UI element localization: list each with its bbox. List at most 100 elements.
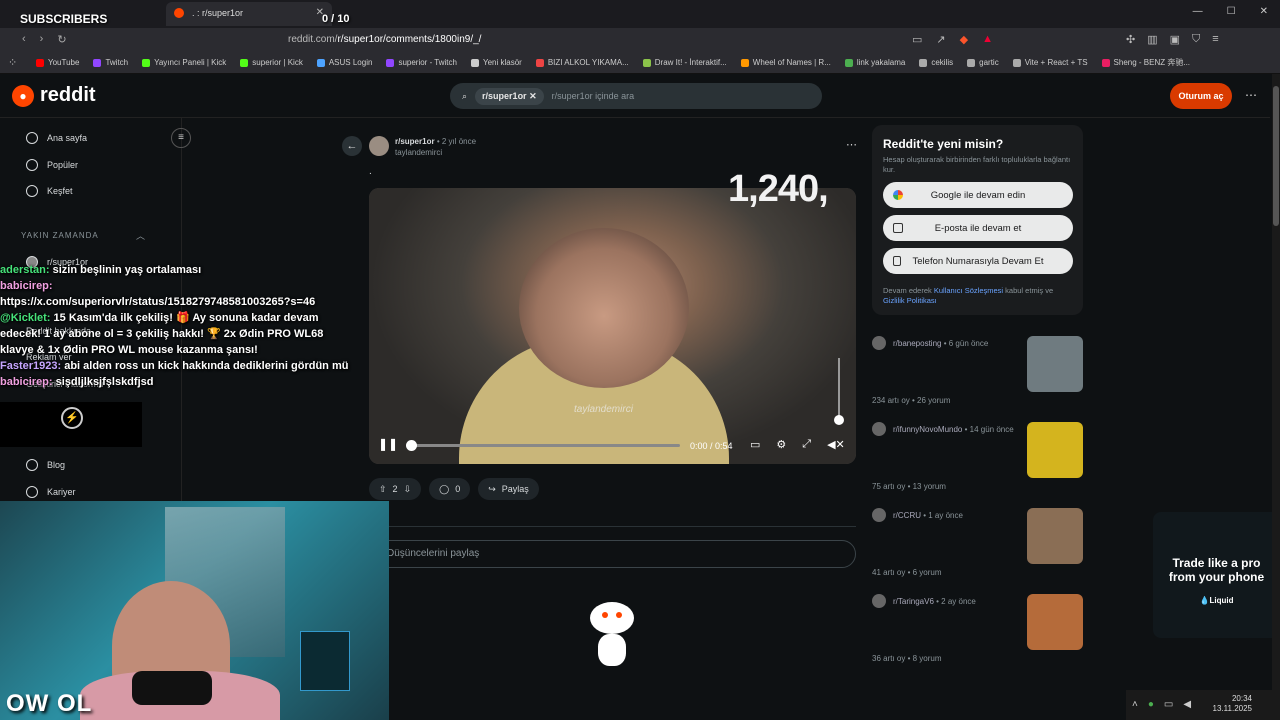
bookmark-item[interactable]: Twitch [93,58,128,67]
sidebar-item-blog[interactable]: Blog [26,459,65,471]
extensions-icon[interactable]: ✣ [1126,33,1135,46]
maximize-icon[interactable]: ☐ [1227,6,1236,17]
post-author[interactable]: taylandemirci [395,148,442,157]
feed-subreddit[interactable]: r/TaringaV6 [893,597,934,606]
volume-handle[interactable] [834,415,844,425]
page-scrollbar[interactable] [1272,74,1280,690]
bookmark-item[interactable]: gartic [967,58,999,67]
bookmark-item[interactable]: Vite + React + TS [1012,58,1088,67]
bookmark-item[interactable]: BIZI ALKOL YIKAMA... [535,58,629,67]
bookmark-item[interactable]: Yeni klasör [470,58,522,67]
bookmark-item[interactable]: Draw It! - İnteraktif... [642,58,727,67]
comment-input[interactable]: Düşüncelerini paylaş [372,540,856,568]
sidebar-item-careers[interactable]: Kariyer [26,486,76,498]
comments-button[interactable]: ◯ 0 [429,478,471,500]
fullscreen-icon[interactable]: ⤢ [802,438,811,451]
captions-icon[interactable]: ▭ [750,438,760,451]
google-signin-button[interactable]: Google ile devam edin [883,182,1073,208]
search-icon: ⌕ [462,90,468,101]
share-button[interactable]: ↪ Paylaş [478,478,539,500]
clock[interactable]: 20:34 13.11.2025 [1210,694,1252,714]
bookmark-item[interactable]: Wheel of Names | R... [740,58,831,67]
progress-handle[interactable] [406,440,417,451]
volume-icon[interactable]: ◀ [1183,699,1191,710]
menu-icon[interactable]: ≡ [1212,33,1218,46]
search-scope-chip[interactable]: r/super1or ✕ [475,87,544,105]
bookmark-item[interactable]: cekilis [919,58,953,67]
button-label: Telefon Numarasıyla Devam Et [912,255,1044,267]
sidebar-item-popular[interactable]: Popüler [26,159,78,171]
feed-item[interactable]: r/ifunnyNovoMundo • 14 gün önce 75 artı o… [872,422,1084,508]
apps-grid-icon[interactable]: ⁘ [8,56,17,69]
chevron-up-tray-icon[interactable]: ˄ [1132,699,1138,710]
bookmark-label: link yakalama [856,58,906,67]
chevron-up-icon[interactable]: ︿ [136,229,145,242]
downvote-icon[interactable]: ⇩ [404,484,412,495]
mute-icon[interactable]: ◀✕ [827,438,845,451]
feed-subreddit[interactable]: r/CCRU [893,511,921,520]
feed-thumbnail[interactable] [1027,336,1083,392]
settings-icon[interactable]: ⚙ [776,438,786,451]
vpn-icon[interactable]: ⛉ [1192,33,1200,46]
mail-icon [893,223,903,233]
volume-slider[interactable] [838,358,840,420]
reload-icon[interactable]: ↻ [57,33,66,46]
post-options-icon[interactable]: ⋯ [846,138,857,151]
rewards-icon[interactable]: ▲ [982,33,993,46]
sidebar-item-home[interactable]: Ana sayfa [26,132,87,144]
bookmark-item[interactable]: YouTube [36,58,79,67]
feed-thumbnail[interactable] [1027,422,1083,478]
brave-shield-icon[interactable]: ◆ [960,33,968,46]
forward-icon[interactable]: › [40,33,44,46]
scrollbar-thumb[interactable] [1273,86,1279,226]
ad-brand: Liquid [1209,596,1234,605]
minimize-icon[interactable]: — [1193,6,1203,17]
video-progress-bar[interactable] [410,444,680,447]
feed-item[interactable]: r/TaringaV6 • 2 ay önce 36 artı oy • 8 yo… [872,594,1084,680]
share-label: Paylaş [501,484,529,494]
reddit-logo[interactable]: ● reddit [12,84,96,107]
upvote-icon[interactable]: ⇧ [379,484,387,495]
close-window-icon[interactable]: ✕ [1260,6,1268,17]
login-button[interactable]: Oturum aç [1170,83,1232,109]
search-input[interactable]: ⌕ r/super1or ✕ r/super1or içinde ara [450,83,822,109]
bookmark-item[interactable]: superior - Twitch [386,58,457,67]
privacy-policy-link[interactable]: Gizlilik Politikası [883,296,937,305]
video-overlay-number: 1,240, [728,168,829,210]
more-options-icon[interactable]: ⋯ [1245,88,1257,102]
collapse-sidebar-button[interactable]: ≡ [171,128,191,148]
url-field[interactable]: reddit.com/r/super1or/comments/1800in9/_… [280,32,900,48]
tab-active[interactable]: . : r/super1or ✕ [166,2,332,26]
subreddit-avatar[interactable] [369,136,389,156]
mic-icon[interactable]: ● [1148,699,1154,710]
back-button[interactable]: ← [342,136,362,156]
bookmark-item[interactable]: Sheng - BENZ 奔驰... [1101,57,1190,68]
sidebar-item-label: Keşfet [47,186,73,196]
user-agreement-link[interactable]: Kullanıcı Sözleşmesi [934,286,1003,295]
bookmark-item[interactable]: ASUS Login [316,58,372,67]
sidebar-toggle-icon[interactable]: ▥ [1147,33,1157,46]
webcam-overlay [0,501,389,720]
feed-thumbnail[interactable] [1027,594,1083,650]
feed-subreddit[interactable]: r/baneposting [893,339,941,348]
feed-item[interactable]: r/baneposting • 6 gün önce 234 artı oy • … [872,336,1084,422]
wallet-icon[interactable]: ▣ [1170,33,1180,46]
bookmark-item[interactable]: Yayıncı Paneli | Kick [142,58,226,67]
feed-item[interactable]: r/CCRU • 1 ay önce 41 artı oy • 6 yorum [872,508,1084,594]
back-icon[interactable]: ‹ [22,33,26,46]
pause-icon[interactable]: ❚❚ [378,437,398,451]
network-icon[interactable]: ▭ [1164,699,1173,710]
post-subreddit[interactable]: r/super1or [395,137,435,146]
feed-thumbnail[interactable] [1027,508,1083,564]
feed-subreddit[interactable]: r/ifunnyNovoMundo [893,425,962,434]
video-player[interactable]: taylandemirci [369,188,856,464]
bookmark-item[interactable]: link yakalama [844,58,906,67]
email-signin-button[interactable]: E-posta ile devam et [883,215,1073,241]
sidebar-item-explore[interactable]: Keşfet [26,185,73,197]
cast-icon[interactable]: ▭ [912,33,922,46]
share-icon[interactable]: ↗ [936,33,945,46]
phone-signin-button[interactable]: Telefon Numarasıyla Devam Et [883,248,1073,274]
ad-banner[interactable]: Trade like a pro from your phone 💧Liquid [1153,512,1280,638]
bookmark-item[interactable]: superior | Kick [240,58,303,67]
taskbar-tray: ˄ ● ▭ ◀ 20:34 13.11.2025 [1126,690,1280,720]
